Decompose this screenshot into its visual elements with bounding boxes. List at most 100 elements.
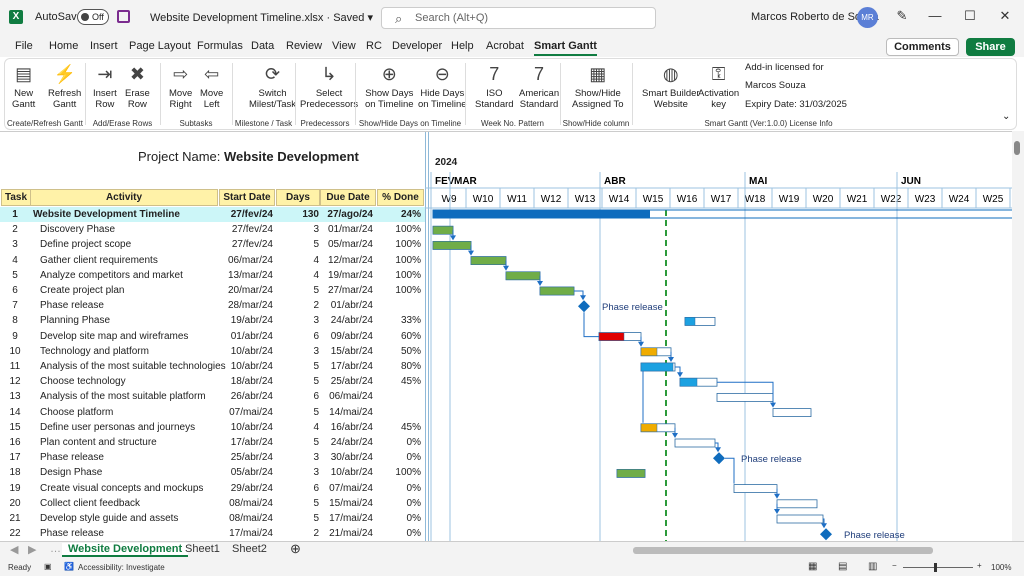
- zoom-out-icon[interactable]: −: [892, 561, 897, 570]
- next-sheet-icon[interactable]: ▶: [28, 543, 36, 556]
- menu-rc[interactable]: RC: [366, 40, 382, 52]
- menu-acrobat[interactable]: Acrobat: [486, 40, 524, 52]
- menu-page-layout[interactable]: Page Layout: [129, 40, 191, 52]
- table-row[interactable]: 20 Collect client feedback 08/mai/24 5 15/ma…: [0, 496, 425, 511]
- new-gantt-button[interactable]: ▤ New Gantt: [12, 61, 35, 110]
- menu-smart-gantt[interactable]: Smart Gantt: [534, 40, 597, 56]
- table-cell: 5: [313, 285, 319, 296]
- show-days-on-timeline-button[interactable]: ⊕ Show Days on Timeline: [365, 61, 414, 110]
- dependency-arrowhead: [450, 235, 456, 241]
- menu-insert[interactable]: Insert: [90, 40, 118, 52]
- zoom-in-icon[interactable]: +: [977, 561, 982, 570]
- tab-sheet2[interactable]: Sheet2: [232, 543, 267, 555]
- menu-help[interactable]: Help: [451, 40, 474, 52]
- file-name[interactable]: Website Development Timeline.xlsx · Save…: [150, 11, 373, 24]
- prev-sheet-icon[interactable]: ◀: [10, 543, 18, 556]
- menu-formulas[interactable]: Formulas: [197, 40, 243, 52]
- table-row[interactable]: 15 Define user personas and journeys 10/ab…: [0, 420, 425, 435]
- table-cell: 100%: [395, 467, 421, 479]
- menu-developer[interactable]: Developer: [392, 40, 442, 52]
- key-icon: ⚿: [711, 64, 726, 84]
- license-info: Expiry Date: 31/03/2025: [745, 99, 847, 110]
- tab-website-development[interactable]: Website Development: [62, 543, 189, 557]
- collapse-ribbon-icon[interactable]: ⌄: [1002, 111, 1010, 122]
- move-left-button[interactable]: ⇦ Move Left: [200, 61, 223, 110]
- milestone-label: Phase release: [844, 530, 905, 541]
- menu-view[interactable]: View: [332, 40, 356, 52]
- table-row[interactable]: 14 Choose platform 07/mai/24 5 14/mai/24: [0, 405, 425, 420]
- ribbon-label: on Timeline: [418, 99, 467, 110]
- table-row[interactable]: 5 Analyze competitors and market 13/mar/24…: [0, 268, 425, 283]
- table-row[interactable]: 13 Analysis of the most suitable platform…: [0, 389, 425, 404]
- table-row[interactable]: 12 Choose technology 18/abr/24 5 25/abr/24 45…: [0, 374, 425, 389]
- table-cell: 19: [9, 482, 21, 494]
- horizontal-scrollbar[interactable]: [633, 547, 933, 554]
- table-row[interactable]: 7 Phase release 28/mar/24 2 01/abr/24: [0, 298, 425, 313]
- normal-view-icon[interactable]: ▦: [808, 561, 817, 572]
- table-row[interactable]: 9 Develop site map and wireframes 01/abr/2…: [0, 329, 425, 344]
- week-label: W25: [983, 194, 1004, 205]
- table-row[interactable]: 18 Design Phase 05/abr/24 3 10/abr/24 100%: [0, 465, 425, 480]
- pen-icon[interactable]: ✎: [892, 8, 912, 24]
- accessibility-status[interactable]: Accessibility: Investigate: [78, 563, 165, 572]
- page-break-view-icon[interactable]: ▥: [868, 561, 877, 572]
- autosave-toggle[interactable]: Off: [77, 9, 109, 25]
- table-row[interactable]: 6 Create project plan 20/mar/24 5 27/mar/24 1…: [0, 283, 425, 298]
- menu-file[interactable]: File: [15, 40, 33, 52]
- show-hide-assigned-to-button[interactable]: ▦ Show/Hide Assigned To: [572, 61, 624, 110]
- table-row[interactable]: 16 Plan content and structure 17/abr/24 5 24…: [0, 435, 425, 450]
- table-cell: 2: [313, 528, 319, 540]
- table-row[interactable]: 4 Gather client requirements 06/mar/24 4 12/…: [0, 253, 425, 268]
- column-header[interactable]: Activity: [30, 189, 218, 206]
- table-row[interactable]: 3 Define project scope 27/fev/24 5 05/mar/24…: [0, 237, 425, 252]
- switch-milest-task-button[interactable]: ⟳ Switch Milest/Task: [249, 61, 296, 110]
- table-row[interactable]: 11 Analysis of the most suitable technolo…: [0, 359, 425, 374]
- table-row[interactable]: 21 Develop style guide and assets 08/mai/2…: [0, 511, 425, 526]
- search-box[interactable]: ⌕ Search (Alt+Q): [381, 7, 656, 29]
- table-row[interactable]: 17 Phase release 25/abr/24 3 30/abr/24 0%: [0, 450, 425, 465]
- zoom-level[interactable]: 100%: [991, 563, 1011, 572]
- column-header[interactable]: Task: [1, 189, 31, 206]
- week-label: W15: [643, 194, 664, 205]
- close-icon[interactable]: ✕: [995, 8, 1015, 24]
- macro-icon[interactable]: ▣: [44, 562, 52, 571]
- iso-standard-button[interactable]: 7 ISO Standard: [475, 61, 514, 110]
- hide-days-on-timeline-button[interactable]: ⊖ Hide Days on Timeline: [418, 61, 467, 110]
- share-button[interactable]: Share: [966, 38, 1015, 56]
- menu-data[interactable]: Data: [251, 40, 274, 52]
- activation-key-button[interactable]: ⚿ Activation key: [698, 61, 739, 110]
- zoom-slider[interactable]: [903, 567, 973, 568]
- menu-home[interactable]: Home: [49, 40, 78, 52]
- table-row[interactable]: 19 Create visual concepts and mockups 29/a…: [0, 481, 425, 496]
- column-header[interactable]: Due Date: [320, 189, 376, 206]
- page-layout-view-icon[interactable]: ▤: [838, 561, 847, 572]
- american-standard-button[interactable]: 7 American Standard: [519, 61, 559, 110]
- table-row[interactable]: 1 Website Development Timeline 27/fev/24 13…: [0, 207, 425, 222]
- table-row[interactable]: 22 Phase release 17/mai/24 2 21/mai/24 0%: [0, 526, 425, 541]
- move-right-button[interactable]: ⇨ Move Right: [169, 61, 192, 110]
- avatar[interactable]: MR: [857, 7, 878, 28]
- column-header[interactable]: Days: [276, 189, 320, 206]
- smart-builder-website-button[interactable]: ◍ Smart Builder Website: [642, 61, 700, 110]
- more-sheets-icon[interactable]: …: [50, 543, 61, 555]
- column-header[interactable]: Start Date: [219, 189, 275, 206]
- scroll-thumb[interactable]: [1014, 141, 1020, 155]
- month-label: JUN: [901, 176, 921, 187]
- select-predecessors-button[interactable]: ↳ Select Predecessors: [300, 61, 358, 110]
- column-header[interactable]: % Done: [377, 189, 424, 206]
- insert-row-button[interactable]: ⇥ Insert Row: [93, 61, 117, 110]
- table-row[interactable]: 8 Planning Phase 19/abr/24 3 24/abr/24 33%: [0, 313, 425, 328]
- menu-review[interactable]: Review: [286, 40, 322, 52]
- add-sheet-icon[interactable]: ⊕: [290, 541, 301, 557]
- maximize-icon[interactable]: ☐: [960, 8, 980, 24]
- table-row[interactable]: 2 Discovery Phase 27/fev/24 3 01/mar/24 100%: [0, 222, 425, 237]
- vertical-scrollbar[interactable]: [1012, 131, 1024, 541]
- minimize-icon[interactable]: —: [925, 8, 945, 23]
- comments-button[interactable]: Comments: [886, 38, 959, 56]
- save-icon[interactable]: [117, 10, 130, 23]
- erase-row-button[interactable]: ✖ Erase Row: [125, 61, 150, 110]
- refresh-gantt-button[interactable]: ⚡ Refresh Gantt: [48, 61, 81, 110]
- table-row[interactable]: 10 Technology and platform 10/abr/24 3 15/ab…: [0, 344, 425, 359]
- zoom-slider-handle[interactable]: [934, 563, 937, 572]
- tab-sheet1[interactable]: Sheet1: [185, 543, 220, 555]
